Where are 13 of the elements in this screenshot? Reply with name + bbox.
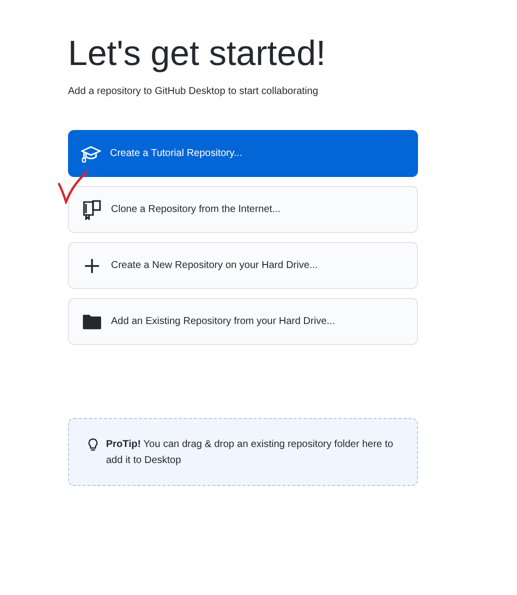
option-button[interactable]: Create a New Repository on your Hard Drive... xyxy=(68,242,418,289)
option-button[interactable]: Clone a Repository from the Internet... xyxy=(68,186,418,233)
folder-icon xyxy=(82,312,102,330)
option-button[interactable]: Create a Tutorial Repository... xyxy=(68,130,418,177)
lightbulb-icon xyxy=(88,438,98,452)
page-title: Let's get started! xyxy=(68,34,327,74)
plus-icon xyxy=(84,258,100,274)
subtitle: Add a repository to GitHub Desktop to start collaborating xyxy=(68,85,320,99)
checkmark-annotation-icon xyxy=(57,170,89,204)
book-icon xyxy=(82,200,102,220)
graduation-cap-icon xyxy=(81,144,101,162)
option-button[interactable]: Add an Existing Repository from your Hard Drive... xyxy=(68,298,418,345)
tip-text: ProTip! You can drag & drop an existing repository folder here to add it to Desktop xyxy=(106,438,394,468)
